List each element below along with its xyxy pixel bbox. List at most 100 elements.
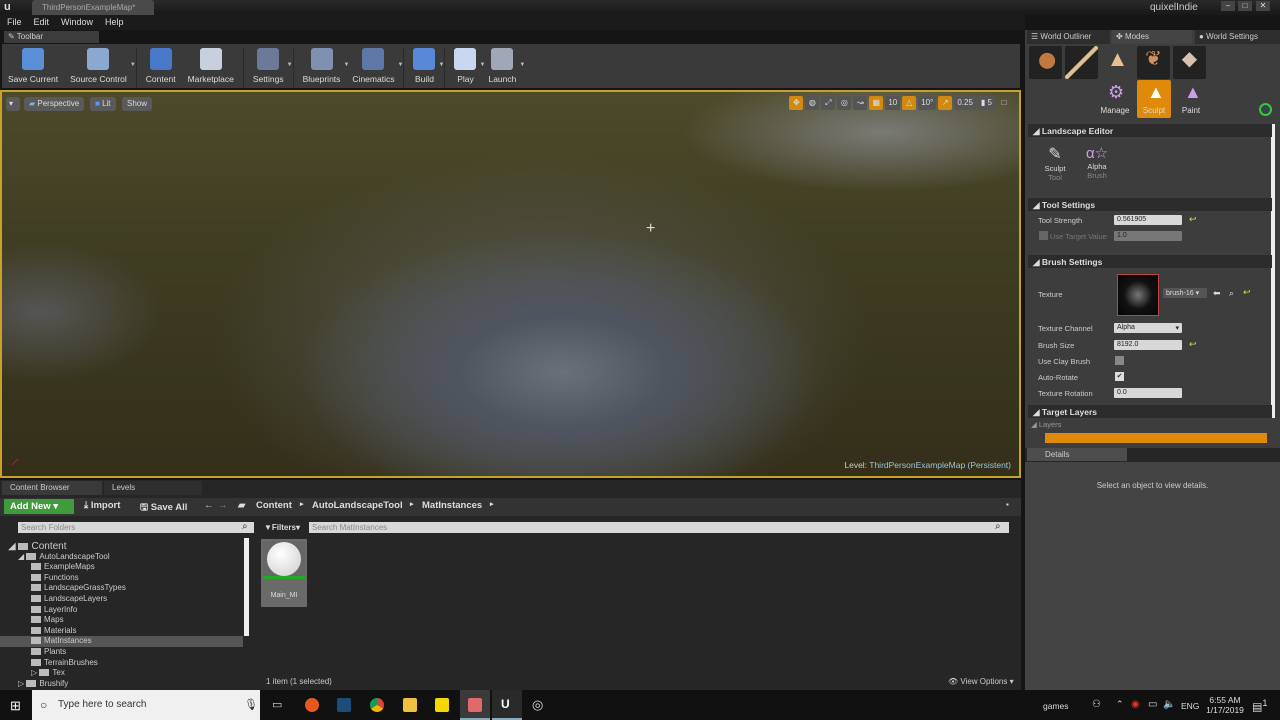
menu-edit[interactable]: Edit (34, 17, 50, 28)
expander-icon[interactable]: ▷ (31, 668, 39, 677)
tray-app-icon[interactable]: ◉ (1131, 699, 1140, 710)
folder-item[interactable]: Functions (0, 573, 243, 584)
volume-icon[interactable]: 🔈 (1163, 699, 1175, 710)
alpha-brush-button[interactable]: α☆ Alpha Brush (1081, 144, 1113, 180)
menu-window[interactable]: Window (61, 17, 93, 28)
grid-snap-icon[interactable]: ▦ (869, 96, 884, 110)
content-button[interactable]: Content (140, 48, 182, 88)
save-all-button[interactable]: 🖫 Save All (140, 500, 187, 516)
folder-item[interactable]: TerrainBrushes (0, 658, 243, 669)
tab-world-settings[interactable]: ● World Settings (1195, 30, 1280, 44)
grid-size[interactable]: 10 (885, 96, 901, 110)
marketplace-button[interactable]: Marketplace (182, 48, 240, 88)
folder-item[interactable]: LayerInfo (0, 605, 243, 616)
folder-item[interactable]: ExampleMaps (0, 562, 243, 573)
file-explorer-icon[interactable] (403, 698, 417, 712)
surface-snap-icon[interactable]: ↝ (853, 96, 868, 110)
folder-item[interactable]: Materials (0, 626, 243, 637)
lock-icon[interactable]: ▪ (1006, 500, 1009, 509)
sticky-notes-icon[interactable] (435, 698, 449, 712)
rotate-icon[interactable]: ◍ (805, 96, 820, 110)
lit-button[interactable]: ■ Lit (90, 97, 116, 111)
tab-levels[interactable]: Levels (104, 481, 202, 495)
folder-item[interactable]: Plants (0, 647, 243, 658)
folder-scrollbar[interactable] (244, 538, 249, 636)
world-local-icon[interactable]: ◎ (837, 96, 852, 110)
use-target-checkbox[interactable] (1039, 231, 1048, 240)
add-new-button[interactable]: Add New ▾ (4, 499, 74, 514)
tab-details[interactable]: Details (1027, 448, 1127, 461)
dropdown-arrow-icon[interactable]: ▼ (287, 62, 293, 68)
clay-brush-checkbox[interactable] (1115, 356, 1124, 365)
reset-icon[interactable]: ↩ (1189, 214, 1197, 225)
language-indicator[interactable]: ENG (1181, 701, 1199, 711)
toolbar-tab[interactable]: ✎ Toolbar (4, 31, 99, 43)
target-value-field[interactable]: 1.0 (1114, 231, 1182, 241)
level-viewport[interactable]: ▾ ▰ Perspective ■ Lit Show ✥ ◍ ⤢ ◎ ↝ ▦ 1… (0, 90, 1021, 478)
filters-button[interactable]: ▼Filters▾ (264, 523, 300, 532)
folder-item[interactable]: Maps (0, 615, 243, 626)
map-tab[interactable]: ThirdPersonExampleMap* (32, 0, 154, 15)
clock[interactable]: 6:55 AM 1/17/2019 (1205, 695, 1245, 715)
tab-modes[interactable]: ✤ Modes (1112, 30, 1192, 44)
rotation-snap-icon[interactable]: △ (902, 96, 917, 110)
folder-item[interactable]: ◢ AutoLandscapeTool (0, 552, 243, 563)
action-center-icon[interactable]: ▤1 (1252, 698, 1268, 714)
expander-icon[interactable]: ◢ (18, 552, 26, 561)
play-button[interactable]: Play ▼ (448, 48, 485, 88)
menu-file[interactable]: File (7, 17, 22, 28)
dropdown-arrow-icon[interactable]: ▼ (130, 62, 136, 68)
forward-button[interactable]: → (218, 500, 228, 511)
blueprints-button[interactable]: Blueprints ▼ (297, 48, 349, 88)
people-icon[interactable]: ⚇ (1092, 699, 1101, 710)
texture-channel-dropdown[interactable]: Alpha ▾ (1114, 323, 1182, 333)
scale-size[interactable]: 0.25 (954, 96, 976, 110)
texture-thumbnail[interactable] (1117, 274, 1159, 316)
tool-settings-header[interactable]: ◢ Tool Settings (1028, 198, 1272, 211)
perspective-button[interactable]: ▰ Perspective (24, 97, 85, 111)
layers-header[interactable]: ◢ Layers (1031, 420, 1061, 429)
close-button[interactable]: ✕ (1256, 1, 1270, 11)
scrollbar[interactable] (1271, 124, 1275, 418)
camera-speed-icon[interactable]: ▮ 5 (977, 96, 995, 110)
breadcrumb-autolandscapetool[interactable]: AutoLandscapeTool (312, 500, 403, 511)
target-layers-header[interactable]: ◢ Target Layers (1028, 405, 1272, 418)
breadcrumb-matinstances[interactable]: MatInstances (422, 500, 482, 511)
folder-item[interactable]: MatInstances (0, 636, 243, 647)
task-view-icon[interactable]: ▭ (272, 698, 282, 711)
microphone-icon[interactable]: 🎙 (244, 698, 258, 711)
dropdown-arrow-icon[interactable]: ▼ (398, 62, 404, 68)
dropdown-arrow-icon[interactable]: ▼ (519, 62, 525, 68)
scale-snap-icon[interactable]: ↗ (938, 96, 953, 110)
foliage-mode-icon[interactable]: ❦ (1137, 46, 1170, 79)
firefox-icon[interactable] (305, 698, 319, 712)
landscape-mode-icon[interactable]: ▲ (1101, 46, 1134, 79)
tab-world-outliner[interactable]: ☰ World Outliner (1027, 30, 1110, 44)
search-folders-input[interactable]: Search Folders (18, 522, 254, 533)
sculpt-tool-button[interactable]: ✎ Sculpt Tool (1039, 144, 1071, 182)
cinematics-button[interactable]: Cinematics ▼ (346, 48, 403, 88)
show-button[interactable]: Show (122, 97, 153, 111)
dropdown-arrow-icon[interactable]: ▼ (439, 62, 445, 68)
folder-item[interactable]: ▷ Brushify (0, 679, 243, 690)
maximize-viewport-icon[interactable]: □ (997, 96, 1011, 110)
save-current-button[interactable]: Save Current (2, 48, 64, 88)
scale-icon[interactable]: ⤢ (821, 96, 836, 110)
source-control-button[interactable]: Source Control ▼ (64, 48, 136, 88)
menu-help[interactable]: Help (105, 17, 124, 28)
search-assets-input[interactable]: Search MatInstances (309, 522, 1009, 533)
reset-icon[interactable]: ↩ (1189, 339, 1197, 350)
folder-item[interactable]: LandscapeGrassTypes (0, 583, 243, 594)
texture-dropdown[interactable]: brush-16 ▾ (1163, 288, 1207, 298)
geometry-mode-icon[interactable]: ◆ (1173, 46, 1206, 79)
reset-icon[interactable]: ↩ (1243, 287, 1251, 298)
active-app-tab[interactable] (460, 690, 490, 720)
network-icon[interactable]: ▭ (1148, 699, 1157, 710)
build-button[interactable]: Build ▼ (407, 48, 444, 88)
view-options-button[interactable]: 👁 View Options ▾ (948, 677, 1014, 686)
tool-strength-field[interactable]: 0.561905 (1114, 215, 1182, 225)
translate-icon[interactable]: ✥ (789, 96, 804, 110)
expander-icon[interactable]: ◢ (8, 541, 18, 552)
viewport-options-button[interactable]: ▾ (6, 97, 20, 111)
windows-start-icon[interactable]: ⊞ (10, 698, 21, 714)
